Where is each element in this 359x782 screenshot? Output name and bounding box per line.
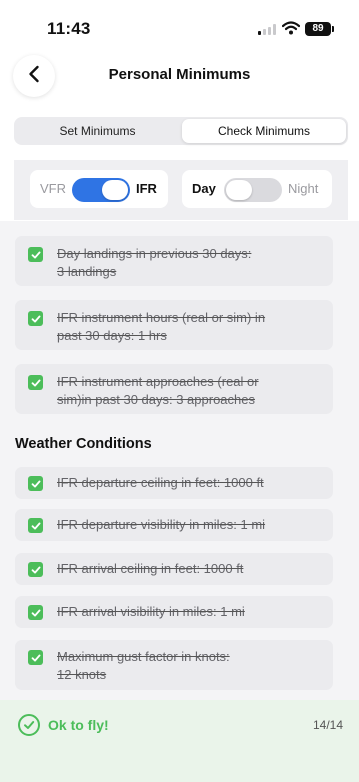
- result-count: 14/14: [312, 718, 343, 732]
- weather-item[interactable]: IFR departure ceiling in feet: 1000 ft: [15, 467, 333, 499]
- weather-item[interactable]: IFR arrival ceiling in feet: 1000 ft: [15, 553, 333, 585]
- night-label: Night: [288, 181, 319, 196]
- weather-item[interactable]: IFR arrival visibility in miles: 1 mi: [15, 596, 333, 628]
- checkbox-checked-icon[interactable]: [28, 605, 43, 620]
- weather-item-text: IFR departure ceiling in feet: 1000 ft: [57, 475, 264, 490]
- page-title: Personal Minimums: [108, 66, 251, 83]
- checklist-item-text: IFR instrument approaches (real or sim)i…: [57, 374, 259, 407]
- checklist-item[interactable]: IFR instrument hours (real or sim) in pa…: [15, 300, 333, 350]
- checkbox-checked-icon[interactable]: [28, 311, 43, 326]
- checklist-item-text: IFR instrument hours (real or sim) in pa…: [57, 310, 266, 343]
- day-night-switch[interactable]: [224, 178, 282, 202]
- weather-item-text: IFR departure visibility in miles: 1 mi: [57, 517, 266, 532]
- status-time: 11:43: [47, 19, 91, 38]
- checkbox-checked-icon[interactable]: [28, 562, 43, 577]
- weather-item[interactable]: IFR departure visibility in miles: 1 mi: [15, 509, 333, 541]
- switch-knob: [226, 180, 252, 200]
- weather-item-text: IFR arrival ceiling in feet: 1000 ft: [57, 561, 244, 576]
- vfr-label: VFR: [40, 181, 66, 196]
- battery-icon: 89: [305, 22, 334, 36]
- checkbox-checked-icon[interactable]: [28, 518, 43, 533]
- weather-conditions-heading: Weather Conditions: [15, 436, 152, 452]
- weather-item[interactable]: Maximum gust factor in knots: 12 knots: [15, 640, 333, 690]
- switch-knob: [102, 180, 128, 200]
- cellular-signal-icon: [258, 24, 276, 35]
- mode-segmented-control: Set Minimums Check Minimums: [14, 117, 348, 145]
- day-label: Day: [192, 181, 216, 196]
- result-footer: Ok to fly! 14/14: [0, 700, 359, 782]
- tab-check-minimums[interactable]: Check Minimums: [182, 119, 346, 143]
- checklist-item[interactable]: IFR instrument approaches (real or sim)i…: [15, 364, 333, 414]
- checkbox-checked-icon[interactable]: [28, 650, 43, 665]
- weather-item-text: Maximum gust factor in knots: 12 knots: [57, 649, 230, 682]
- flight-rules-switch[interactable]: [72, 178, 130, 202]
- wifi-icon: [281, 21, 301, 40]
- checklist-item-text: Day landings in previous 30 days: 3 land…: [57, 246, 252, 279]
- check-circle-icon: [18, 714, 40, 736]
- status-bar: 11:43 89: [0, 0, 359, 48]
- checkbox-checked-icon[interactable]: [28, 375, 43, 390]
- checkbox-checked-icon[interactable]: [28, 476, 43, 491]
- time-of-day-toggle-card: Day Night: [182, 170, 332, 208]
- ifr-label: IFR: [136, 181, 157, 196]
- flight-rules-toggle-card: VFR IFR: [30, 170, 168, 208]
- checkbox-checked-icon[interactable]: [28, 247, 43, 262]
- result-message: Ok to fly!: [48, 717, 109, 733]
- checklist-item[interactable]: Day landings in previous 30 days: 3 land…: [15, 236, 333, 286]
- tab-set-minimums[interactable]: Set Minimums: [16, 119, 179, 143]
- toggle-panel: VFR IFR Day Night: [14, 160, 348, 220]
- weather-item-text: IFR arrival visibility in miles: 1 mi: [57, 604, 245, 619]
